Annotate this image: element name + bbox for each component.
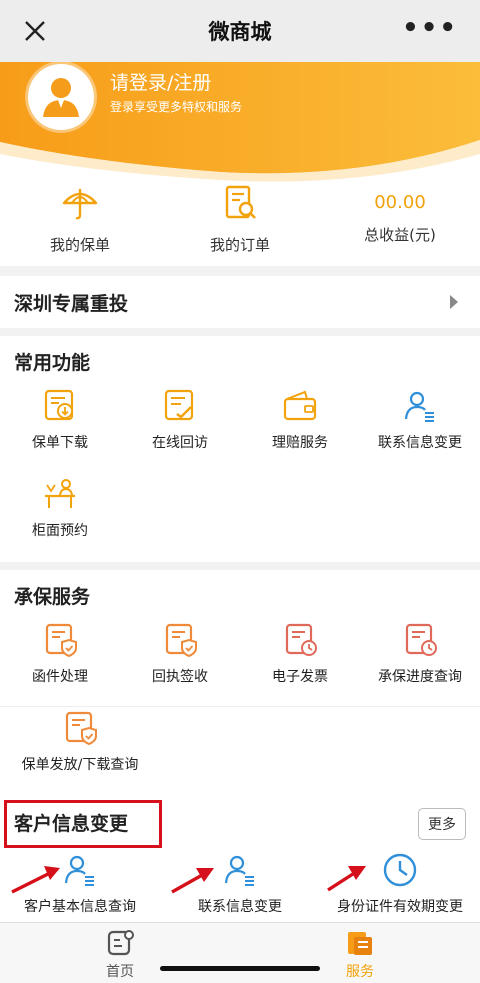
total-earnings-value: 00.00: [374, 192, 426, 213]
letter-handling-item[interactable]: 函件处理: [0, 620, 120, 708]
wallet-icon: [283, 390, 317, 421]
annotation-arrows: [11, 866, 366, 894]
login-banner[interactable]: 请登录/注册 登录享受更多特权和服务: [0, 62, 480, 182]
claim-service-label: 理赔服务: [272, 435, 328, 451]
receipt-sign-item[interactable]: 回执签收: [120, 620, 240, 708]
underwriting-section: 承保服务 函件处理 回执签收 电子发票 承保进度查询 保单发放/下载查询: [0, 570, 480, 794]
tab-service-label: 服务: [346, 964, 374, 980]
tab-home[interactable]: 首页: [0, 923, 240, 983]
more-button[interactable]: 更多: [418, 808, 466, 840]
download-doc-icon: [44, 389, 74, 421]
section-title: 常用功能: [14, 351, 91, 374]
e-invoice-item[interactable]: 电子发票: [240, 620, 360, 708]
close-icon[interactable]: [20, 16, 50, 46]
online-return-visit-label: 在线回访: [152, 435, 208, 451]
policy-download-label: 保单下载: [32, 435, 88, 451]
policy-shield-icon: [65, 711, 97, 746]
service-icon: [348, 932, 372, 955]
policy-issue-download-label: 保单发放/下载查询: [21, 757, 139, 773]
invoice-clock-icon: [285, 623, 317, 656]
stats-row: 我的保单 我的订单 00.00 总收益(元): [0, 182, 480, 266]
login-register-link[interactable]: 请登录/注册: [110, 68, 211, 95]
my-order-label: 我的订单: [209, 236, 270, 254]
e-invoice-label: 电子发票: [272, 669, 328, 685]
my-policy-entry[interactable]: 我的保单: [0, 182, 160, 266]
user-avatar-icon: [43, 78, 79, 117]
contact-info-change-item[interactable]: 联系信息变更: [360, 386, 480, 474]
row-divider: [0, 706, 480, 707]
order-search-icon: [225, 185, 256, 219]
umbrella-icon: [62, 189, 98, 220]
counter-booking-label: 柜面预约: [32, 523, 88, 539]
total-earnings-label: 总收益(元): [364, 226, 436, 244]
edit-doc-icon: [164, 389, 194, 421]
tab-service[interactable]: 服务: [240, 923, 480, 983]
bottom-tab-bar: 首页 服务: [0, 922, 480, 983]
tab-home-label: 首页: [106, 964, 134, 980]
page-title: 微商城: [208, 20, 272, 44]
claim-service-item[interactable]: 理赔服务: [240, 386, 360, 474]
contact-icon: [404, 391, 434, 422]
highlight-box: [4, 800, 162, 848]
common-functions-section: 常用功能 保单下载 在线回访 理赔服务 联系信息变更 柜面预约: [0, 336, 480, 562]
my-order-entry[interactable]: 我的订单: [160, 182, 320, 266]
underwriting-progress-item[interactable]: 承保进度查询: [360, 620, 480, 708]
total-earnings-entry[interactable]: 00.00 总收益(元): [320, 182, 480, 266]
shenzhen-reinvest-row[interactable]: 深圳专属重投: [0, 276, 480, 328]
more-dots-icon[interactable]: •••: [402, 15, 458, 41]
home-icon: [107, 930, 134, 956]
login-subtitle: 登录享受更多特权和服务: [110, 100, 243, 114]
home-indicator: [160, 966, 320, 971]
progress-clock-icon: [405, 623, 437, 656]
section-title: 承保服务: [14, 585, 91, 608]
letter-shield-icon: [45, 623, 77, 658]
chevron-right-icon: [450, 295, 458, 309]
letter-handling-label: 函件处理: [32, 669, 88, 685]
receipt-sign-label: 回执签收: [152, 669, 208, 685]
online-return-visit-item[interactable]: 在线回访: [120, 386, 240, 474]
contact-info-change-label: 联系信息变更: [378, 435, 462, 451]
receipt-shield-icon: [165, 623, 197, 658]
counter-booking-item[interactable]: 柜面预约: [0, 474, 120, 562]
title-bar: 微商城 •••: [0, 0, 480, 62]
my-policy-label: 我的保单: [49, 236, 110, 254]
shenzhen-reinvest-label: 深圳专属重投: [14, 292, 129, 315]
policy-issue-download-item[interactable]: 保单发放/下载查询: [0, 708, 160, 796]
counter-icon: [45, 479, 75, 508]
policy-download-item[interactable]: 保单下载: [0, 386, 120, 474]
customer-info-section: 客户信息变更 更多 客户基本信息查询 联系信息变更 身份证件有效期变更: [0, 794, 480, 922]
underwriting-progress-label: 承保进度查询: [378, 669, 462, 685]
avatar[interactable]: [28, 64, 94, 130]
